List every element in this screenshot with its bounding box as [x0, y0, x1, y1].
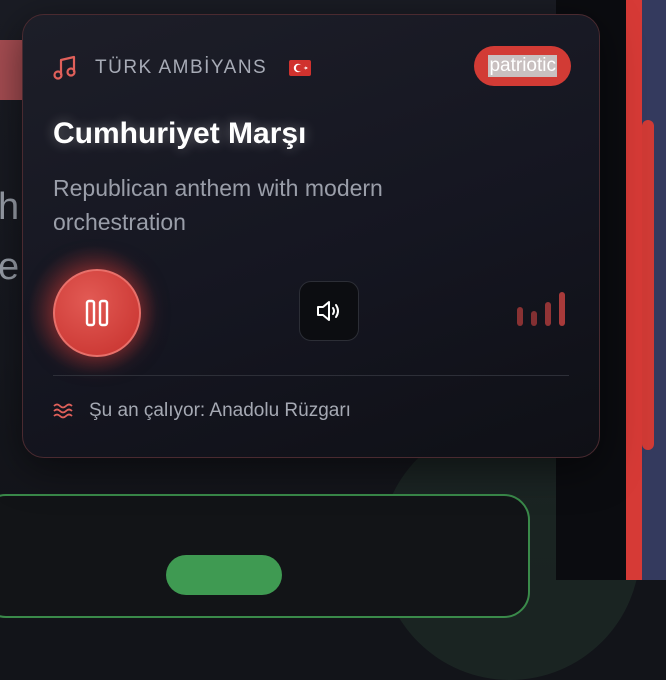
turkey-flag-icon	[289, 60, 312, 76]
pause-icon	[85, 299, 109, 327]
tag-label: patriotic	[488, 55, 557, 77]
background-text-fragment: h	[0, 186, 20, 228]
background-green-button[interactable]	[166, 555, 282, 595]
volume-button[interactable]	[299, 281, 359, 341]
waves-icon	[53, 401, 75, 421]
category-tag[interactable]: patriotic	[474, 46, 571, 86]
music-note-icon	[53, 55, 77, 81]
equalizer-bar	[559, 292, 565, 326]
volume-icon	[315, 298, 343, 324]
equalizer-visualizer	[517, 292, 571, 330]
equalizer-bar	[531, 311, 537, 326]
track-description: Republican anthem with modern orchestrat…	[53, 175, 383, 235]
now-playing-label: Şu an çalıyor: Anadolu Rüzgarı	[89, 400, 351, 421]
side-accent-bar	[626, 0, 642, 580]
ambient-player-card: TÜRK AMBİYANS patriotic Cumhuriyet Marşı…	[22, 14, 600, 458]
divider	[53, 375, 569, 376]
track-title: Cumhuriyet Marşı	[53, 117, 307, 150]
brand-label: TÜRK AMBİYANS	[95, 57, 268, 78]
player-header: TÜRK AMBİYANS	[53, 55, 312, 81]
scrollbar-thumb[interactable]	[642, 120, 654, 450]
equalizer-bar	[545, 302, 551, 326]
background-text-fragment: e	[0, 246, 20, 288]
pause-button[interactable]	[53, 269, 141, 357]
now-playing-row: Şu an çalıyor: Anadolu Rüzgarı	[53, 400, 351, 422]
equalizer-bar	[517, 307, 523, 326]
